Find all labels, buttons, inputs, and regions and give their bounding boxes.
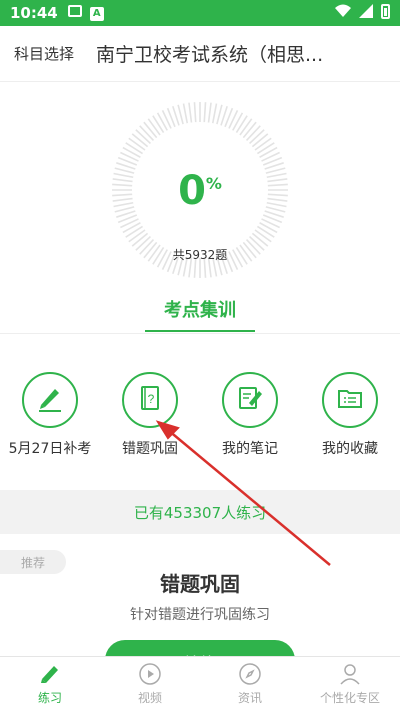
nav-item-practice[interactable]: 练习 (0, 657, 100, 711)
dial-tick (135, 129, 151, 145)
quick-action-my-notes[interactable]: 我的笔记 (200, 372, 300, 458)
nav-item-news[interactable]: 资讯 (200, 657, 300, 711)
signal-icon (359, 4, 373, 22)
wrong-questions-circle: ? (122, 372, 178, 428)
nav-label: 视频 (137, 691, 162, 705)
page-title: 南宁卫校考试系统（相思... (96, 44, 324, 66)
dial-tick (256, 142, 275, 155)
dial-tick (239, 118, 253, 136)
svg-text:?: ? (148, 392, 155, 406)
dial-tick (216, 104, 223, 125)
play-icon (138, 662, 162, 686)
dial-tick (125, 225, 144, 238)
dial-tick (152, 115, 165, 134)
dial-tick (147, 118, 161, 136)
quick-action-wrong-questions[interactable]: ? 错题巩固 (100, 372, 200, 458)
question-book-icon: ? (135, 383, 165, 417)
dial-tick (203, 102, 207, 123)
dial-tick (235, 115, 248, 134)
my-notes-circle (222, 372, 278, 428)
practice-count-text: 已有453307人练习 (133, 503, 267, 522)
progress-percent-value: 0 (178, 168, 206, 214)
dial-tick (125, 142, 144, 155)
divider (0, 333, 400, 334)
practice-count-banner: 已有453307人练习 (0, 490, 400, 534)
dial-tick (188, 102, 193, 123)
dial-tick (128, 137, 146, 151)
dial-tick (143, 121, 158, 139)
status-bar: 10:44 A (0, 0, 400, 26)
dial-tick (211, 103, 218, 124)
dial-tick (128, 229, 146, 243)
wifi-icon (335, 4, 351, 22)
dial-tick (182, 103, 189, 124)
dial-tick (249, 129, 265, 145)
tab-label: 考点集训 (164, 300, 236, 321)
nav-item-video[interactable]: 视频 (100, 657, 200, 711)
bottom-nav: 练习 视频 资讯 个性化专区 (0, 656, 400, 711)
nav-item-personal[interactable]: 个性化专区 (300, 657, 400, 711)
tab-underline (145, 330, 255, 332)
dial-tick (254, 229, 272, 243)
person-icon (338, 662, 362, 686)
quick-action-label: 我的收藏 (322, 441, 378, 457)
dial-tick (254, 137, 272, 151)
image-notification-icon (67, 5, 82, 21)
battery-icon (381, 3, 390, 23)
tab-kaodian-jixun[interactable]: 考点集训 (145, 290, 255, 332)
dial-tick (251, 133, 269, 148)
dial-tick (131, 133, 149, 148)
pencil-icon (35, 383, 65, 417)
quick-action-makeup-exam[interactable]: 5月27日补考 (0, 372, 100, 458)
dial-tick (251, 232, 269, 247)
nav-label: 资讯 (237, 691, 262, 705)
quick-action-my-favorites[interactable]: 我的收藏 (300, 372, 400, 458)
dial-tick (139, 125, 155, 141)
subject-select-button[interactable]: 科目选择 (14, 43, 74, 64)
question-total: 共5932题 (172, 248, 228, 262)
quick-action-label: 我的笔记 (222, 441, 278, 457)
my-favorites-circle (322, 372, 378, 428)
dial-tick (256, 225, 275, 238)
status-time: 10:44 (10, 4, 58, 22)
nav-label: 个性化专区 (319, 691, 380, 705)
dial-tick (193, 102, 197, 123)
dial-tick (242, 121, 257, 139)
progress-percent: 0% (0, 168, 400, 214)
dial-tick (207, 102, 212, 123)
header: 科目选择 南宁卫校考试系统（相思... (0, 26, 400, 82)
dial-tick (245, 125, 261, 141)
recommend-description: 针对错题进行巩固练习 (130, 607, 270, 623)
pencil-icon (38, 662, 62, 686)
dial-tick (131, 232, 149, 247)
note-edit-icon (235, 383, 265, 417)
makeup-exam-circle (22, 372, 78, 428)
recommend-title: 错题巩固 (160, 572, 240, 596)
compass-icon (238, 662, 262, 686)
folder-icon (335, 383, 365, 417)
progress-percent-sign: % (205, 174, 222, 193)
nav-label: 练习 (37, 691, 62, 705)
app-notification-icon: A (89, 5, 104, 21)
quick-action-label: 错题巩固 (122, 441, 178, 457)
dial-tick (177, 104, 184, 125)
quick-action-label: 5月27日补考 (8, 441, 92, 457)
